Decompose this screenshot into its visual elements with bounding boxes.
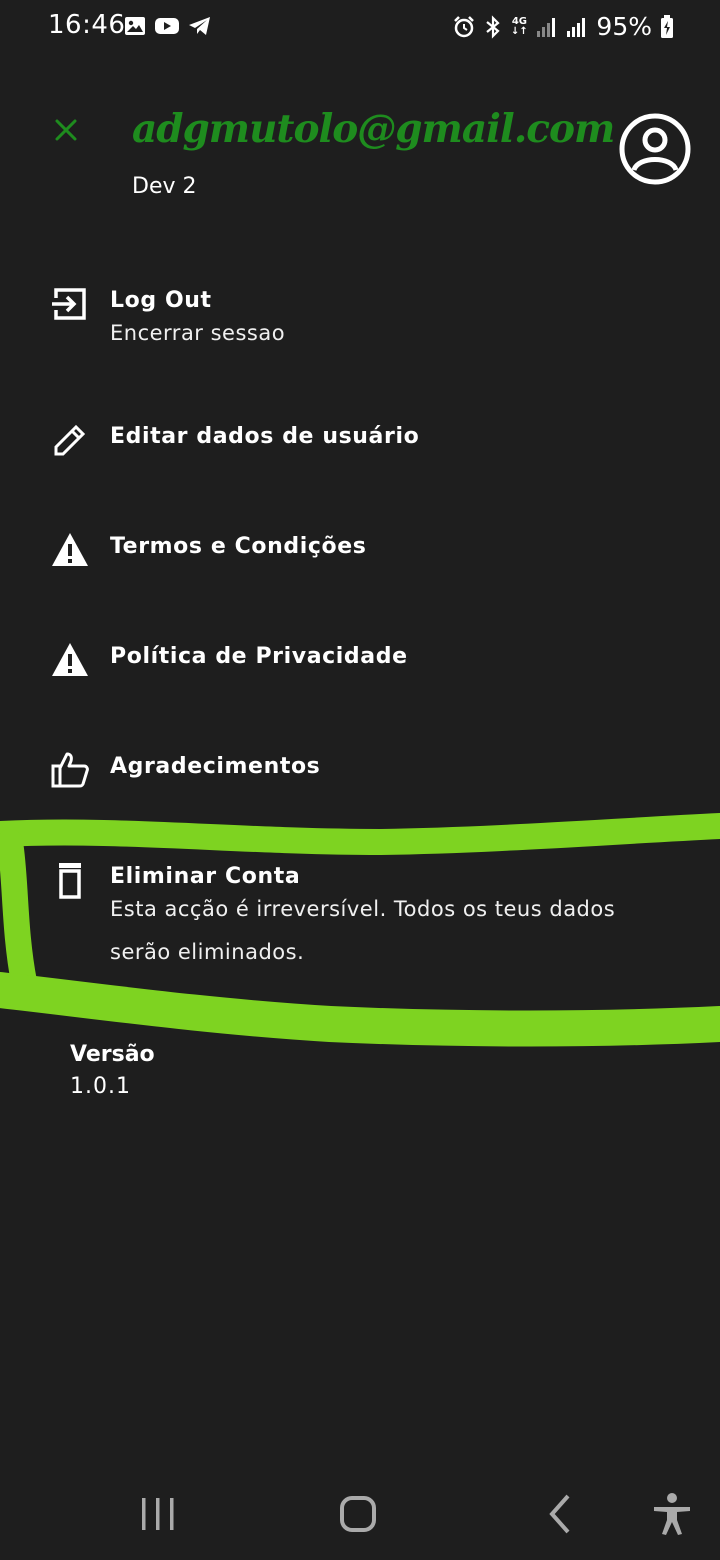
- close-icon[interactable]: [52, 116, 80, 144]
- notification-icons: [124, 16, 212, 36]
- status-bar: 16:46 4G ↓↑ 95%: [0, 0, 720, 56]
- battery-icon: [661, 14, 673, 38]
- home-icon[interactable]: [334, 1490, 382, 1538]
- alarm-icon: [454, 15, 475, 37]
- trash-icon: [59, 863, 81, 899]
- data-arrows-icon: ↓↑: [511, 25, 528, 37]
- menu-item-privacy[interactable]: Política de Privacidade: [0, 636, 720, 686]
- telegram-icon: [189, 17, 210, 35]
- menu-item-edit-user[interactable]: Editar dados de usuário: [0, 416, 720, 466]
- menu-item-title: Eliminar Conta: [110, 864, 301, 889]
- version-value: 1.0.1: [70, 1074, 131, 1099]
- network-indicator: 4G ↓↑: [510, 15, 528, 37]
- pencil-icon: [54, 424, 86, 456]
- status-time: 16:46: [48, 10, 126, 40]
- account-circle-icon[interactable]: [618, 112, 692, 186]
- system-icons: 4G ↓↑ 95%: [452, 12, 674, 41]
- menu-item-subtitle: Esta acção é irreversível. Todos os teus…: [110, 897, 616, 964]
- battery-percentage: 95%: [596, 12, 652, 41]
- back-icon[interactable]: [536, 1490, 584, 1538]
- image-icon: [125, 17, 145, 35]
- warning-icon: [52, 533, 88, 566]
- bluetooth-icon: [486, 14, 501, 39]
- account-name: Dev 2: [132, 174, 197, 199]
- signal-icon: [537, 17, 556, 37]
- menu-item-acknowledgements[interactable]: Agradecimentos: [0, 746, 720, 796]
- accessibility-icon[interactable]: [648, 1490, 696, 1538]
- menu-item-title: Termos e Condições: [110, 534, 367, 559]
- menu-item-subtitle: Encerrar sessao: [110, 321, 286, 345]
- youtube-icon: [155, 18, 179, 34]
- version-label: Versão: [70, 1042, 155, 1067]
- account-email: adgmutolo@gmail.com: [132, 106, 615, 152]
- menu-item-terms[interactable]: Termos e Condições: [0, 526, 720, 576]
- menu-item-title: Editar dados de usuário: [110, 424, 420, 449]
- recent-apps-icon[interactable]: [134, 1490, 182, 1538]
- warning-icon: [52, 643, 88, 676]
- thumbs-up-icon: [51, 752, 89, 788]
- menu-item-title: Agradecimentos: [110, 754, 321, 779]
- menu-item-title: Log Out: [110, 288, 212, 313]
- logout-icon: [52, 288, 86, 320]
- network-type: 4G: [511, 15, 527, 27]
- menu-item-title: Política de Privacidade: [110, 644, 408, 669]
- menu-item-delete-account[interactable]: Eliminar Conta Esta acção é irreversível…: [0, 856, 720, 976]
- signal-icon: [567, 17, 586, 37]
- menu-item-logout[interactable]: Log Out Encerrar sessao: [0, 280, 720, 360]
